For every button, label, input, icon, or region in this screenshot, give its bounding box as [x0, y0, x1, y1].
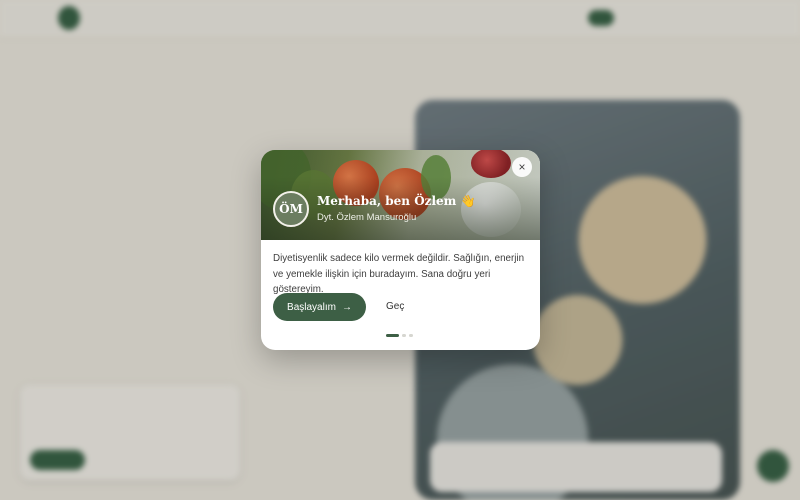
step-dot: [386, 334, 399, 337]
avatar: ÖM: [273, 191, 309, 227]
greeting-title: Merhaba, ben Özlem 👋: [317, 194, 476, 208]
modal-body-text: Diyetisyenlik sadece kilo vermek değildi…: [273, 253, 525, 295]
step-dot: [402, 334, 406, 337]
start-button[interactable]: Başlayalım →: [273, 293, 366, 321]
close-button[interactable]: ×: [512, 157, 532, 177]
skip-button[interactable]: Geç: [386, 301, 404, 312]
close-icon: ×: [518, 160, 526, 174]
start-button-label: Başlayalım: [287, 301, 336, 313]
welcome-modal: ÖM Merhaba, ben Özlem 👋 Dyt. Özlem Mansu…: [261, 150, 540, 350]
arrow-right-icon: →: [341, 301, 352, 313]
step-dot: [409, 334, 413, 337]
step-indicator: [386, 334, 413, 337]
dietitian-name: Dyt. Özlem Mansuroğlu: [317, 212, 417, 223]
